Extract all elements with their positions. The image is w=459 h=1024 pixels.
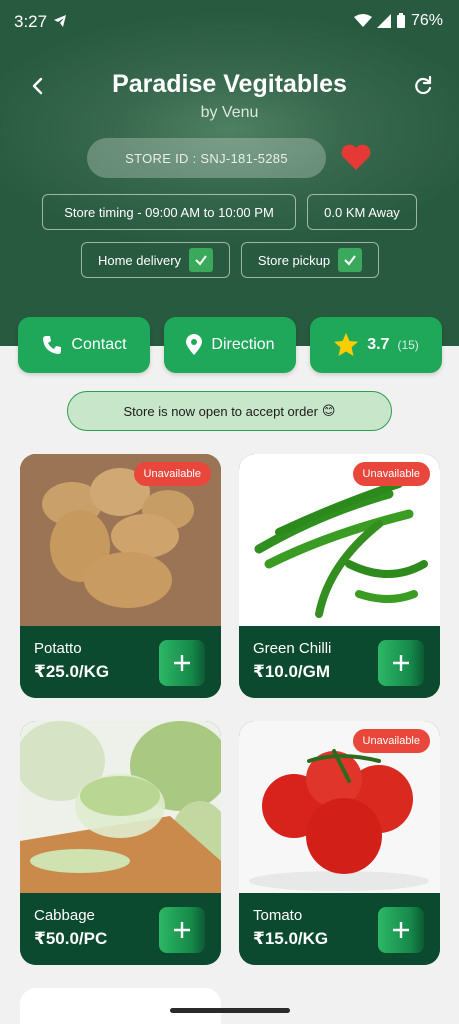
distance-text: 0.0 KM Away [324,204,400,220]
rating-value: 3.7 [367,336,390,353]
location-pin-icon [186,334,203,355]
store-timing-chip: Store timing - 09:00 AM to 10:00 PM [42,194,296,230]
plus-icon [393,655,409,671]
product-price: ₹15.0/KG [253,929,329,948]
rating-button[interactable]: 3.7 (15) [310,317,442,373]
store-timing-text: Store timing - 09:00 AM to 10:00 PM [64,204,274,220]
store-open-banner: Store is now open to accept order 😊 [67,391,392,431]
product-card-tomato[interactable]: Unavailable Tomato ₹15.0/KG [239,721,440,965]
product-price: ₹10.0/GM [253,662,331,681]
product-name: Green Chilli [253,640,332,657]
distance-chip: 0.0 KM Away [307,194,417,230]
direction-button[interactable]: Direction [164,317,296,373]
battery-level: 76% [410,12,443,29]
product-price: ₹25.0/KG [34,662,110,681]
product-name: Tomato [253,907,303,924]
store-title: Paradise Vegitables [112,70,347,98]
status-bar: 3:27 76% [0,0,459,44]
product-card-cabbage[interactable]: Cabbage ₹50.0/PC [20,721,221,965]
cabbage-image [20,721,221,893]
plus-icon [174,922,190,938]
rating-count: (15) [397,338,419,352]
banner-text: Store is now open to accept order [123,403,318,419]
status-time: 3:27 [14,12,48,31]
unavailable-badge: Unavailable [352,462,430,486]
check-icon [189,248,214,272]
product-info: Potatto ₹25.0/KG [20,626,221,698]
battery-icon [396,13,405,28]
status-indicators: 76% [353,12,443,30]
home-indicator[interactable] [170,1008,290,1013]
add-to-cart-button[interactable] [378,640,424,686]
add-to-cart-button[interactable] [159,907,205,953]
unavailable-badge: Unavailable [133,462,211,486]
product-name: Potatto [34,640,82,657]
smile-emoji: 😊 [321,403,336,418]
product-card-green-chilli[interactable]: Unavailable Green Chilli ₹10.0/GM [239,454,440,698]
product-price: ₹50.0/PC [34,929,108,948]
signal-icon [376,14,391,28]
add-to-cart-button[interactable] [159,640,205,686]
unavailable-badge: Unavailable [352,729,430,753]
contact-label: Contact [71,336,127,353]
plus-icon [174,655,190,671]
contact-button[interactable]: Contact [18,317,150,373]
product-info: Tomato ₹15.0/KG [239,893,440,965]
store-pickup-label: Store pickup [257,252,331,268]
product-info: Cabbage ₹50.0/PC [20,893,221,965]
home-delivery-chip: Home delivery [81,242,230,278]
store-owner: by Venu [200,104,259,121]
heart-icon[interactable] [340,142,372,172]
star-icon [334,333,359,356]
store-id-pill: STORE ID : SNJ-181-5285 [87,138,326,178]
product-card-potato[interactable]: Unavailable Potatto ₹25.0/KG [20,454,221,698]
telegram-icon [54,15,66,27]
product-info: Green Chilli ₹10.0/GM [239,626,440,698]
refresh-icon[interactable] [411,74,435,98]
phone-icon [43,336,62,354]
home-delivery-label: Home delivery [97,252,182,268]
store-pickup-chip: Store pickup [241,242,379,278]
wifi-icon [353,14,372,27]
check-icon [338,248,363,272]
direction-label: Direction [211,336,275,353]
add-to-cart-button[interactable] [378,907,424,953]
product-card-partial[interactable] [20,988,221,1024]
plus-icon [393,922,409,938]
product-name: Cabbage [34,907,95,924]
